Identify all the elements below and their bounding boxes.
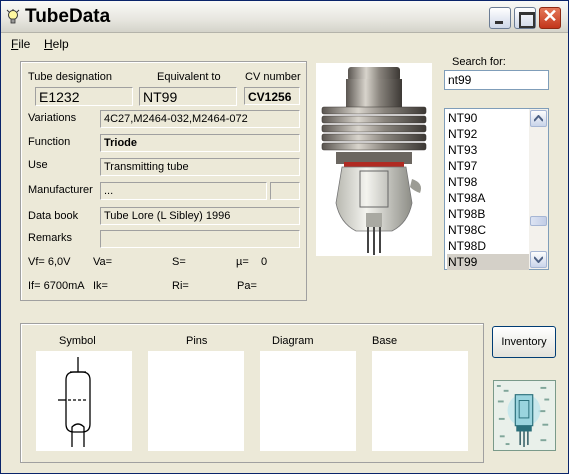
list-item[interactable]: NT92 — [447, 126, 529, 142]
menu-file[interactable]: File — [11, 37, 30, 51]
main-window: TubeData ✕ File Help Tube designation Eq… — [0, 0, 569, 474]
designation-field: E1232 — [35, 87, 133, 106]
pa-value: Pa= — [237, 280, 257, 292]
diagram-box — [260, 351, 356, 451]
list-item[interactable]: NT97 — [447, 158, 529, 174]
databook-label: Data book — [28, 210, 79, 222]
manufacturer-code-field — [270, 182, 300, 200]
ik-value: Ik= — [93, 280, 108, 292]
equivalent-label: Equivalent to — [157, 71, 221, 83]
lightbulb-icon — [6, 9, 20, 24]
vf-value: Vf= 6,0V — [28, 256, 71, 268]
close-icon: ✕ — [542, 6, 558, 26]
function-label: Function — [28, 136, 71, 148]
variations-field: 4C27,M2464-032,M2464-072 — [100, 110, 300, 128]
s-value: S= — [172, 256, 186, 268]
tube-info-panel: Tube designation Equivalent to CV number… — [20, 61, 307, 301]
scroll-thumb[interactable] — [530, 216, 547, 226]
diagram-label: Diagram — [272, 335, 314, 347]
list-item[interactable]: NT90 — [447, 110, 529, 126]
window-title: TubeData — [25, 6, 111, 27]
cv-label: CV number — [245, 71, 301, 83]
equivalent-field: NT99 — [139, 87, 237, 106]
pins-label: Pins — [186, 335, 208, 347]
variations-label: Variations — [28, 112, 77, 124]
title-bar[interactable]: TubeData ✕ — [1, 1, 568, 33]
mu-label: µ= — [236, 256, 249, 268]
search-label: Search for: — [452, 56, 506, 68]
remarks-field — [100, 230, 300, 248]
va-value: Va= — [93, 256, 113, 268]
tube-logo — [493, 380, 556, 451]
close-button[interactable]: ✕ — [539, 6, 561, 29]
ri-value: Ri= — [172, 280, 189, 292]
tube-list[interactable]: NT90 NT92 NT93 NT97 NT98 NT98A NT98B NT9… — [444, 108, 549, 270]
list-item[interactable]: NT93 — [447, 142, 529, 158]
minimize-button[interactable] — [489, 7, 511, 29]
list-scrollbar[interactable] — [529, 109, 548, 269]
pins-box — [148, 351, 244, 451]
list-item-selected[interactable]: NT99 — [447, 254, 529, 270]
scroll-up-button[interactable] — [530, 110, 547, 127]
manufacturer-label: Manufacturer — [28, 184, 93, 196]
tube-photo — [316, 63, 432, 256]
scroll-down-button[interactable] — [530, 251, 547, 268]
remarks-label: Remarks — [28, 232, 73, 244]
list-item[interactable]: NT98D — [447, 238, 529, 254]
drawings-panel: Symbol Pins Diagram Base — [20, 323, 484, 463]
scroll-up-icon — [534, 115, 543, 122]
cv-field: CV1256 — [244, 87, 300, 105]
if-value: If= 6700mA — [28, 280, 85, 292]
list-item[interactable]: NT98A — [447, 190, 529, 206]
list-item[interactable]: NT98B — [447, 206, 529, 222]
use-field: Transmitting tube — [100, 158, 300, 176]
designation-label: Tube designation — [28, 71, 112, 83]
manufacturer-field: ... — [100, 182, 267, 200]
list-item[interactable]: NT98 — [447, 174, 529, 190]
mu-value: 0 — [261, 256, 268, 268]
menu-help[interactable]: Help — [44, 37, 69, 51]
use-label: Use — [28, 159, 48, 171]
menu-bar: File Help — [1, 34, 568, 53]
symbol-box — [36, 351, 132, 451]
databook-field: Tube Lore (L Sibley) 1996 — [100, 207, 300, 225]
symbol-label: Symbol — [59, 335, 96, 347]
function-field: Triode — [100, 134, 300, 152]
inventory-button[interactable]: Inventory — [492, 326, 556, 358]
maximize-button[interactable] — [514, 7, 536, 29]
list-item[interactable]: NT98C — [447, 222, 529, 238]
triode-symbol-icon — [58, 357, 91, 447]
base-box — [372, 351, 468, 451]
search-input[interactable] — [444, 70, 549, 90]
scroll-down-icon — [534, 256, 543, 263]
base-label: Base — [372, 335, 398, 347]
